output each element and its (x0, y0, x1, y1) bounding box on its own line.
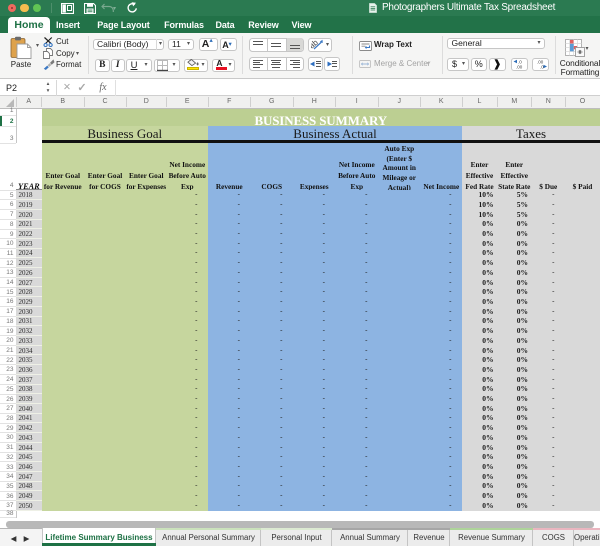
svg-text:.00: .00 (516, 65, 523, 70)
